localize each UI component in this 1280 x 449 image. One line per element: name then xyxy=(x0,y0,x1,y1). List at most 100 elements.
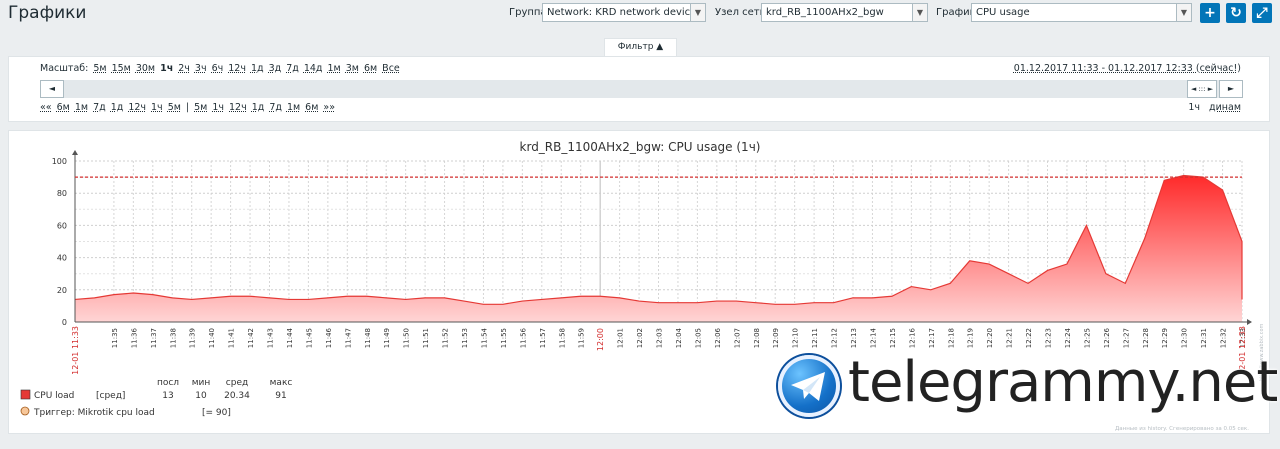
scroll-handle[interactable]: ◄ ::: ► xyxy=(1187,80,1217,98)
x-tick-label: 12:12 xyxy=(831,328,839,348)
x-tick-label: 12:32 xyxy=(1220,328,1228,348)
legend-value: 20.34 xyxy=(224,391,250,401)
telegram-logo-icon xyxy=(778,355,840,417)
legend-swatch-cpu-load xyxy=(20,389,31,400)
x-tick-label: 11:35 xyxy=(111,328,119,348)
nav-link[interactable]: 12ч xyxy=(229,102,247,113)
nav-link[interactable]: 6м xyxy=(57,102,70,113)
host-select-value: krd_RB_1100AHx2_bgw xyxy=(766,7,884,18)
page-title: Графики xyxy=(8,3,87,23)
x-tick-label: 12:09 xyxy=(772,328,780,348)
fixed-period-label: 1ч xyxy=(1188,102,1201,113)
nav-link[interactable]: 1д xyxy=(252,102,265,113)
nav-link[interactable]: 6м xyxy=(305,102,318,113)
filter-panel: Масштаб: 5м 15м 30м 1ч 2ч 3ч 6ч 12ч 1д 3д 7д 14д 1м 3м… xyxy=(8,56,1270,122)
filter-tab[interactable]: Фильтр ▲ xyxy=(604,38,677,57)
x-tick-label: 12:07 xyxy=(733,328,741,348)
x-tick-label: 12:19 xyxy=(967,328,975,348)
nav-link[interactable]: 1ч xyxy=(212,102,224,113)
zoom-option[interactable]: 3м xyxy=(346,63,359,74)
legend-trigger-cond: [= 90] xyxy=(202,408,231,418)
add-favorite-button[interactable]: + xyxy=(1200,3,1220,23)
nav-link[interactable]: 1м xyxy=(287,102,300,113)
x-tick-label: 11:59 xyxy=(578,328,586,348)
host-label: Узел сети xyxy=(715,7,767,18)
x-tick-label: 12:27 xyxy=(1122,328,1130,348)
nav-link[interactable]: 7д xyxy=(93,102,106,113)
legend-value: 13 xyxy=(162,391,173,401)
zoom-option[interactable]: 15м xyxy=(112,63,131,74)
legend-trigger-name: Триггер: Mikrotik cpu load xyxy=(33,408,155,418)
nav-link[interactable]: 5м xyxy=(194,102,207,113)
zoom-option[interactable]: Все xyxy=(382,63,400,74)
footnote: Данные из history. Сгенерировано за 0.05… xyxy=(1115,426,1249,432)
zoom-option[interactable]: 30м xyxy=(136,63,155,74)
nav-link[interactable]: «« xyxy=(40,102,52,113)
host-select[interactable]: krd_RB_1100AHx2_bgw ▼ xyxy=(761,3,928,22)
watermark-text: telegrammy.net xyxy=(848,350,1278,415)
zoom-option[interactable]: 1д xyxy=(251,63,264,74)
group-select[interactable]: Network: KRD network devices ▼ xyxy=(542,3,706,22)
zoom-option[interactable]: 3д xyxy=(269,63,282,74)
x-tick-label: 12:14 xyxy=(869,327,877,348)
zoom-option[interactable]: 12ч xyxy=(228,63,246,74)
x-tick-label: 11:56 xyxy=(519,327,527,348)
x-tick-label: 12:29 xyxy=(1161,328,1169,348)
y-tick-label: 60 xyxy=(57,221,67,230)
nav-link[interactable]: 1д xyxy=(111,102,124,113)
legend-value: 91 xyxy=(275,391,286,401)
x-tick-label: 11:46 xyxy=(325,327,333,348)
chevron-down-icon: ▼ xyxy=(912,4,927,21)
y-axis-arrow xyxy=(72,150,78,155)
zoom-option[interactable]: 5м xyxy=(93,63,106,74)
x-tick-label: 11:42 xyxy=(247,328,255,348)
legend-header: посл xyxy=(157,378,179,388)
time-scrollbar[interactable]: ◄ ◄ ::: ► ► xyxy=(40,80,1243,98)
zoom-option[interactable]: 1ч xyxy=(160,63,173,74)
y-tick-label: 80 xyxy=(57,189,67,198)
y-tick-label: 20 xyxy=(57,286,67,295)
zoom-option[interactable]: 7д xyxy=(286,63,299,74)
x-tick-label: 12:26 xyxy=(1103,327,1111,348)
nav-link[interactable]: 7д xyxy=(269,102,282,113)
nav-link[interactable]: 5м xyxy=(168,102,181,113)
zoom-option[interactable]: 1м xyxy=(328,63,341,74)
x-tick-label: 11:38 xyxy=(169,328,177,348)
zoom-option[interactable]: 6м xyxy=(364,63,377,74)
x-tick-label: 11:43 xyxy=(267,328,275,348)
x-tick-label: 11:48 xyxy=(364,328,372,348)
zoom-option[interactable]: 3ч xyxy=(195,63,207,74)
x-tick-label: 11:47 xyxy=(344,328,352,348)
x-tick-label: 12:10 xyxy=(792,328,800,348)
x-tick-label: 11:51 xyxy=(422,328,430,348)
x-tick-label: 12:17 xyxy=(928,328,936,348)
fullscreen-button[interactable]: ⤢ xyxy=(1252,3,1272,23)
zoom-option[interactable]: 6ч xyxy=(212,63,224,74)
x-tick-label: 12:03 xyxy=(656,328,664,348)
nav-link[interactable]: 1м xyxy=(75,102,88,113)
scroll-left-button[interactable]: ◄ xyxy=(40,80,64,98)
nav-link[interactable]: 1ч xyxy=(151,102,163,113)
nav-link[interactable]: »» xyxy=(323,102,335,113)
zoom-option[interactable]: 14д xyxy=(304,63,323,74)
x-tick-label: 12:15 xyxy=(889,328,897,348)
legend-value: 10 xyxy=(195,391,207,401)
dynamic-period-link[interactable]: динам xyxy=(1209,102,1241,113)
graph-label: График xyxy=(936,7,976,18)
x-tick-label: 11:44 xyxy=(286,327,294,348)
page-header: Графики Группа Network: KRD network devi… xyxy=(0,0,1280,28)
nav-link[interactable]: 12ч xyxy=(128,102,146,113)
y-tick-label: 0 xyxy=(62,318,67,327)
period-display[interactable]: 01.12.2017 11:33 - 01.12.2017 12:33 (сей… xyxy=(1014,63,1241,74)
x-tick-label: 12:11 xyxy=(811,328,819,348)
x-tick-label: 12:16 xyxy=(908,327,916,348)
graph-select[interactable]: CPU usage ▼ xyxy=(971,3,1192,22)
x-tick-label: 11:39 xyxy=(189,328,197,348)
x-axis-arrow xyxy=(1247,319,1252,325)
scroll-right-button[interactable]: ► xyxy=(1219,80,1243,98)
zoom-option[interactable]: 2ч xyxy=(178,63,190,74)
legend-header: мин xyxy=(192,378,211,388)
legend-series-name: CPU load xyxy=(34,391,74,401)
refresh-button[interactable]: ↻ xyxy=(1226,3,1246,23)
x-mid-label: 12:00 xyxy=(596,328,605,351)
